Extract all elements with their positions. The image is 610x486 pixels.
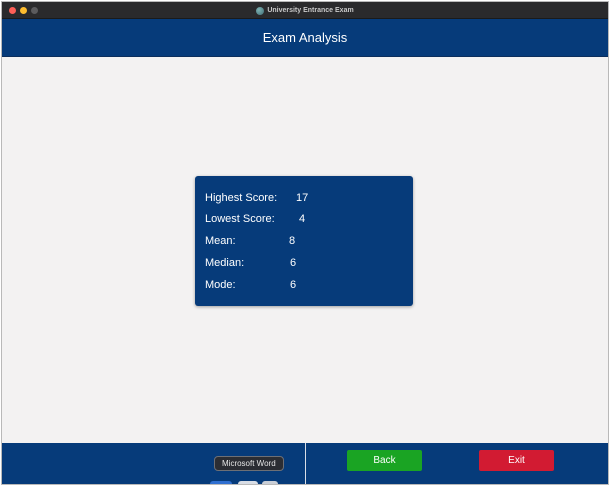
- stat-value: 17: [296, 192, 309, 204]
- dock-tooltip: Microsoft Word: [214, 456, 284, 471]
- dock-app-icon[interactable]: [210, 481, 232, 484]
- title-bar: University Entrance Exam: [2, 2, 608, 19]
- window-title-area: University Entrance Exam: [2, 2, 608, 19]
- stat-value: 8: [289, 235, 296, 247]
- stat-value: 6: [290, 279, 297, 291]
- header-bar: Exam Analysis: [2, 19, 608, 57]
- dock-app-icon[interactable]: [238, 481, 258, 484]
- footer-bar: Microsoft Word Back Exit: [2, 443, 608, 484]
- window-title: University Entrance Exam: [267, 7, 354, 14]
- stat-value: 4: [299, 213, 306, 225]
- stat-label: Highest Score:: [205, 192, 278, 204]
- footer-divider: [305, 443, 306, 484]
- stat-row-mean: Mean: 8: [205, 233, 405, 249]
- back-button[interactable]: Back: [347, 450, 422, 471]
- stat-row-median: Median: 6: [205, 255, 405, 271]
- stat-label: Mode:: [205, 279, 236, 291]
- stat-label: Mean:: [205, 235, 236, 247]
- app-window: University Entrance Exam Exam Analysis H…: [1, 1, 609, 485]
- app-icon: [256, 6, 265, 15]
- stat-label: Lowest Score:: [205, 213, 275, 225]
- stat-row-mode: Mode: 6: [205, 277, 405, 293]
- stat-row-highest: Highest Score: 17: [205, 190, 405, 206]
- dock-app-icon[interactable]: [262, 481, 278, 484]
- stats-panel: Highest Score: 17 Lowest Score: 4 Mean: …: [195, 176, 413, 306]
- stat-row-lowest: Lowest Score: 4: [205, 211, 405, 227]
- page-title: Exam Analysis: [262, 30, 348, 45]
- stat-label: Median:: [205, 257, 245, 269]
- exit-button[interactable]: Exit: [479, 450, 554, 471]
- stat-value: 6: [290, 257, 297, 269]
